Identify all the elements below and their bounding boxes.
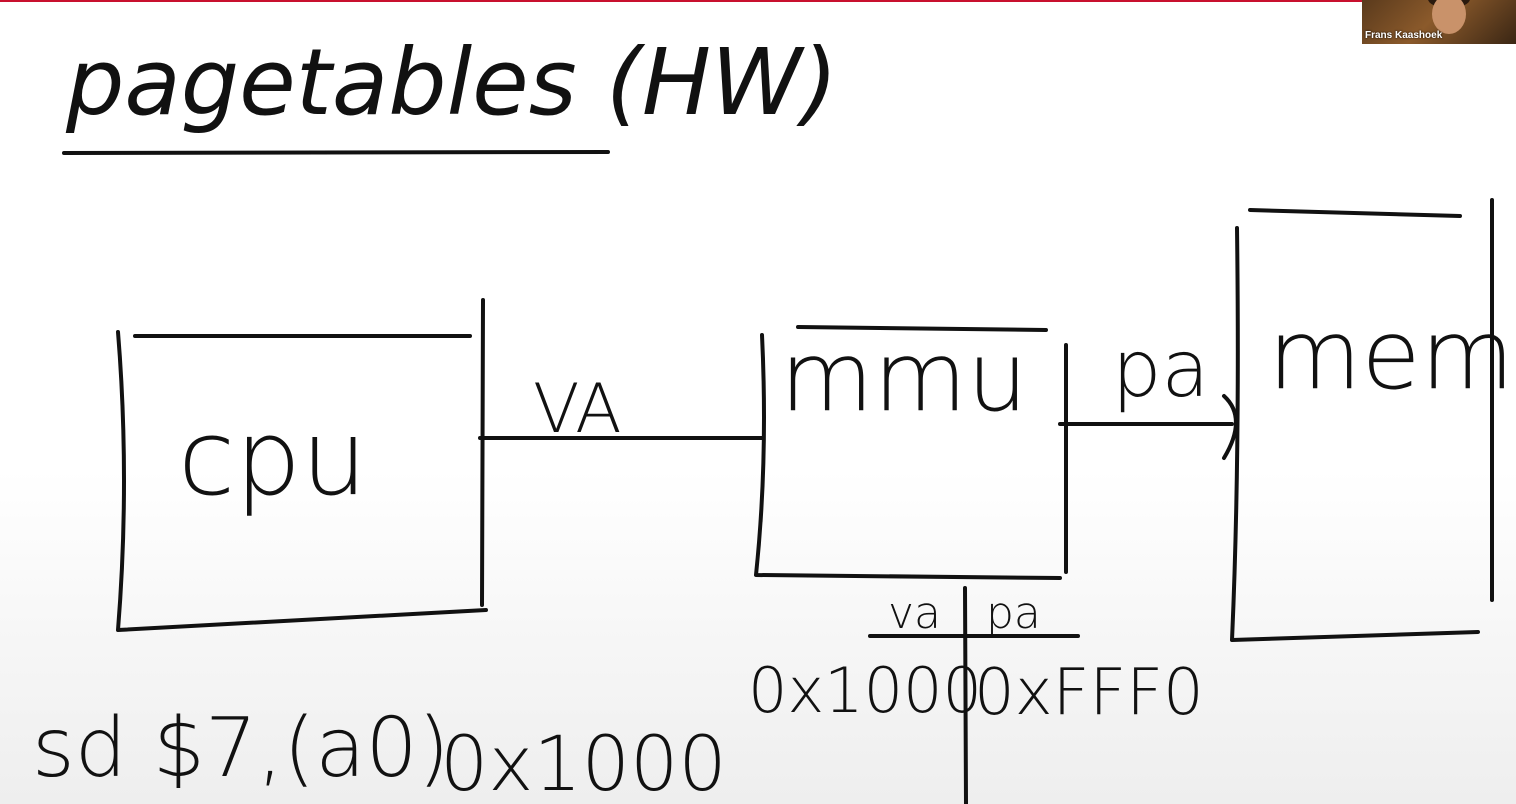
pa-arrow [1222, 394, 1238, 460]
mem-box [1230, 198, 1494, 642]
speaker-name: Frans Kaashoek [1365, 30, 1443, 41]
table-va-value: 0x1000 [748, 654, 982, 727]
cpu-label: cpu [178, 397, 367, 519]
pa-label: pa [1112, 325, 1209, 415]
mmu-label: mmu [780, 321, 1028, 433]
mem-label: mem [1268, 299, 1514, 411]
va-label: VA [533, 370, 622, 449]
instruction-address: 0x1000 [440, 719, 727, 804]
table-header-va: va [888, 588, 941, 639]
table-header-pa: pa [986, 588, 1041, 639]
title-underline [62, 150, 610, 155]
instruction-text: sd $7,(a0) [32, 701, 450, 796]
speaker-video-tile[interactable]: Frans Kaashoek [1362, 0, 1516, 44]
whiteboard: pagetables (HW) cpu VA mmu pa mem va pa … [32, 29, 1514, 804]
speaker-avatar [1432, 0, 1466, 34]
slide-title: pagetables (HW) [65, 29, 838, 136]
table-pa-value: 0xFFF0 [974, 656, 1204, 730]
